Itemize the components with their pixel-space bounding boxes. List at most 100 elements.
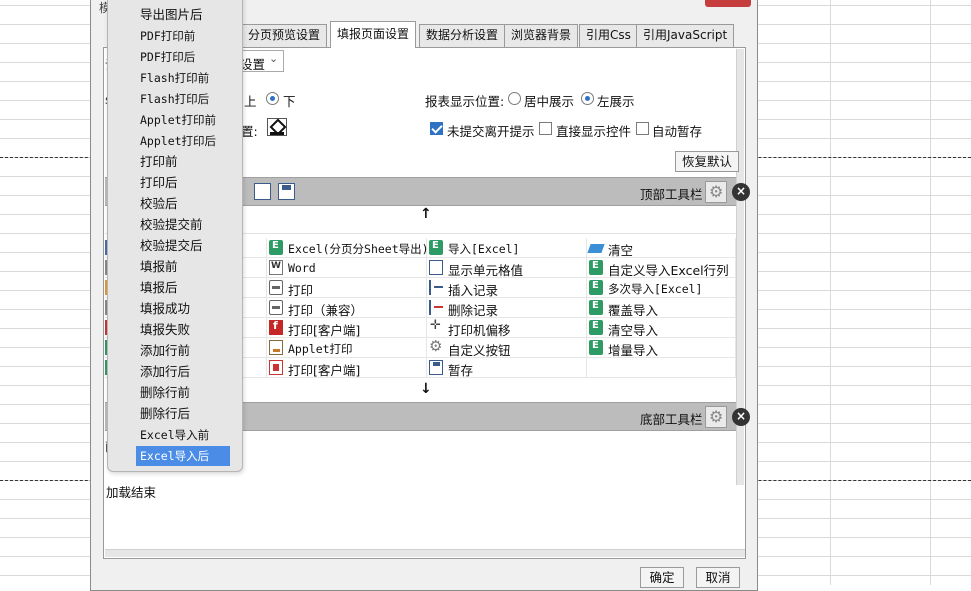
printer-icon <box>269 300 283 315</box>
menu-item[interactable]: 填报成功 <box>140 299 190 319</box>
top-toolbar-close-icon[interactable]: × <box>732 183 750 201</box>
bottom-toolbar-settings-button[interactable] <box>705 406 727 428</box>
flash-print-client-button[interactable]: 打印[客户端] <box>267 318 427 338</box>
menu-item[interactable]: Applet打印后 <box>140 131 216 151</box>
cell-icon <box>429 260 443 275</box>
custom-import-excel-rows-button[interactable]: 自定义导入Excel行列 <box>587 258 736 278</box>
multi-import-excel-button[interactable]: 多次导入[Excel] <box>587 278 736 298</box>
print-compat-button[interactable]: 打印（兼容） <box>267 298 427 318</box>
delete-record-button[interactable]: 删除记录 <box>427 298 587 318</box>
top-toolbar-settings-button[interactable] <box>705 181 727 203</box>
menu-item[interactable]: 填报前 <box>140 257 178 277</box>
tab-reference-javascript[interactable]: 引用JavaScript <box>636 24 735 47</box>
overwrite-import-button[interactable]: 覆盖导入 <box>587 298 736 318</box>
gear-icon <box>429 337 443 355</box>
menu-item[interactable]: 添加行后 <box>140 362 190 382</box>
center-radio-label: 居中展示 <box>524 94 575 109</box>
report-position-label: 报表显示位置: <box>425 94 505 109</box>
print-button[interactable]: 打印 <box>267 278 427 298</box>
menu-item[interactable]: Flash打印前 <box>140 68 209 88</box>
menu-item[interactable]: Applet打印前 <box>140 110 216 130</box>
menu-item[interactable]: 删除行后 <box>140 404 190 424</box>
position-label: 置: <box>241 124 258 139</box>
clear-import-button[interactable]: 清空导入 <box>587 318 736 338</box>
menu-item[interactable]: Flash打印后 <box>140 89 209 109</box>
top-toolbar-label: 顶部工具栏 <box>640 187 703 202</box>
stash-button[interactable]: 暂存 <box>427 358 587 378</box>
dialog-close-button[interactable] <box>705 0 751 7</box>
arrow-up-icon[interactable]: ↑ <box>420 206 432 222</box>
menu-item[interactable]: 填报后 <box>140 278 178 298</box>
menu-item-selected[interactable]: Excel导入后 <box>136 446 230 466</box>
incremental-import-button[interactable]: 增量导入 <box>587 338 736 358</box>
import-excel-button[interactable]: 导入[Excel] <box>427 238 587 258</box>
page-icon <box>254 183 271 200</box>
delete-record-icon <box>429 300 443 315</box>
down-radio[interactable] <box>266 92 279 105</box>
excel-icon <box>589 300 603 315</box>
direct-show-label: 直接显示控件 <box>556 124 632 139</box>
menu-item[interactable]: Excel导入前 <box>140 425 209 445</box>
show-cell-value-button[interactable]: 显示单元格值 <box>427 258 587 278</box>
auto-save-checkbox[interactable] <box>636 122 649 135</box>
menu-item[interactable]: 添加行前 <box>140 341 190 361</box>
up-radio-label: 上 <box>244 94 257 109</box>
clear-button[interactable]: 清空 <box>587 238 736 258</box>
eraser-icon <box>587 244 605 253</box>
restore-default-button[interactable]: 恢复默认 <box>675 151 739 172</box>
center-radio[interactable] <box>508 92 521 105</box>
empty-cell <box>587 358 736 378</box>
applet-print-button[interactable]: Applet打印 <box>267 338 427 358</box>
insert-record-icon <box>429 280 443 295</box>
tab-page-preview-settings[interactable]: 分页预览设置 <box>241 24 328 47</box>
tab-data-analysis-settings[interactable]: 数据分析设置 <box>419 24 506 47</box>
grid-column-line <box>830 0 831 585</box>
menu-item[interactable]: 导出图片后 <box>140 5 203 25</box>
tab-fill-page-settings[interactable]: 填报页面设置 <box>330 21 417 48</box>
chevron-down-icon: ⌄ <box>269 52 279 65</box>
horizontal-scrollbar[interactable] <box>105 549 745 557</box>
pdf-print-icon <box>269 360 283 375</box>
grid-column-line <box>930 0 931 585</box>
paint-bucket-icon[interactable] <box>267 118 287 136</box>
excel-icon <box>589 280 603 295</box>
bottom-toolbar-label: 底部工具栏 <box>640 412 703 427</box>
menu-item[interactable]: PDF打印后 <box>140 47 195 67</box>
direct-show-checkbox[interactable] <box>539 122 552 135</box>
tab-browser-background[interactable]: 浏览器背景 <box>504 24 579 47</box>
left-radio[interactable] <box>581 92 594 105</box>
applet-icon <box>269 340 283 355</box>
word-export-button[interactable]: Word <box>267 258 427 278</box>
menu-item[interactable]: 填报失败 <box>140 320 190 340</box>
menu-item[interactable]: 校验后 <box>140 194 178 214</box>
excel-icon <box>589 320 603 335</box>
excel-icon <box>429 240 443 255</box>
menu-item[interactable]: 打印后 <box>140 173 178 193</box>
bottom-toolbar-close-icon[interactable]: × <box>732 408 750 426</box>
excel-icon <box>589 340 603 355</box>
event-popup-menu: 导出图片后 PDF打印前 PDF打印后 Flash打印前 Flash打印后 Ap… <box>107 0 243 472</box>
tab-reference-css[interactable]: 引用Css <box>579 24 638 47</box>
menu-item[interactable]: 校验提交后 <box>140 236 203 256</box>
settings-select[interactable]: 设置 ⌄ <box>237 50 284 72</box>
pdf-print-client-button[interactable]: 打印[客户端] <box>267 358 427 378</box>
flash-print-icon <box>269 319 283 335</box>
move-icon <box>429 318 443 335</box>
menu-item[interactable]: PDF打印前 <box>140 26 195 46</box>
arrow-down-icon[interactable]: ↓ <box>420 381 432 397</box>
word-icon <box>269 260 283 275</box>
insert-record-button[interactable]: 插入记录 <box>427 278 587 298</box>
custom-button[interactable]: 自定义按钮 <box>427 337 587 358</box>
menu-item[interactable]: 打印前 <box>140 152 178 172</box>
status-text: 加载结束 <box>106 485 157 500</box>
menu-item[interactable]: 校验提交前 <box>140 215 203 235</box>
excel-sheet-export-button[interactable]: Excel(分页分Sheet导出) <box>267 238 429 258</box>
printer-offset-button[interactable]: 打印机偏移 <box>427 318 587 338</box>
save-icon <box>278 183 295 200</box>
printer-icon <box>269 280 283 295</box>
unsubmitted-prompt-checkbox[interactable] <box>430 122 443 135</box>
menu-item[interactable]: 删除行前 <box>140 383 190 403</box>
unsubmitted-prompt-label: 未提交离开提示 <box>447 124 535 139</box>
auto-save-label: 自动暂存 <box>652 124 703 139</box>
excel-icon <box>269 240 283 255</box>
